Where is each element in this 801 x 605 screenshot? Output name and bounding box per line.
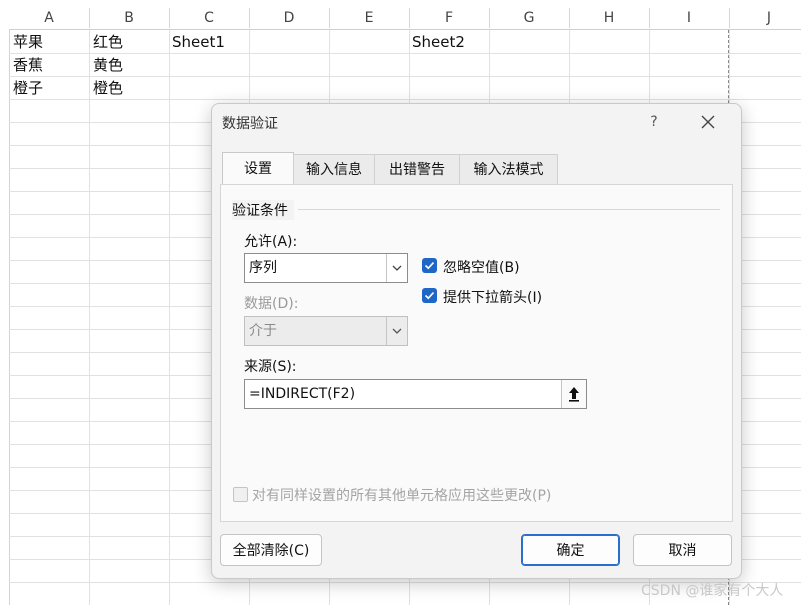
row-gridline bbox=[9, 99, 801, 100]
column-header-b[interactable]: B bbox=[89, 8, 169, 28]
column-header-divider bbox=[489, 8, 490, 28]
column-header-g[interactable]: G bbox=[489, 8, 569, 28]
column-header-divider bbox=[329, 8, 330, 28]
column-header-divider bbox=[649, 8, 650, 28]
checkmark-icon bbox=[424, 292, 435, 300]
allow-value: 序列 bbox=[249, 260, 277, 276]
cell-c1[interactable]: Sheet1 bbox=[172, 31, 225, 53]
validation-criteria-title: 验证条件 bbox=[232, 200, 294, 220]
column-header-f[interactable]: F bbox=[409, 8, 489, 28]
checkmark-icon bbox=[424, 262, 435, 270]
column-header-c[interactable]: C bbox=[169, 8, 249, 28]
ignore-blank-label[interactable]: 忽略空值(B) bbox=[443, 257, 520, 277]
column-header-a[interactable]: A bbox=[9, 8, 89, 28]
column-header-d[interactable]: D bbox=[249, 8, 329, 28]
column-header-divider bbox=[409, 8, 410, 28]
tab-error-alert[interactable]: 出错警告 bbox=[374, 154, 460, 185]
column-header-divider bbox=[729, 8, 730, 28]
collapse-dialog-button[interactable] bbox=[561, 380, 586, 408]
tab-settings[interactable]: 设置 bbox=[222, 152, 294, 185]
cell-b3[interactable]: 橙色 bbox=[93, 77, 123, 99]
column-header-divider bbox=[89, 8, 90, 28]
source-input[interactable]: =INDIRECT(F2) bbox=[244, 379, 587, 409]
column-header-divider bbox=[249, 8, 250, 28]
cancel-button[interactable]: 取消 bbox=[633, 534, 732, 566]
allow-select[interactable]: 序列 bbox=[244, 253, 408, 283]
row-header-strip bbox=[0, 30, 10, 605]
cell-a3[interactable]: 橙子 bbox=[13, 77, 43, 99]
ignore-blank-checkbox[interactable] bbox=[422, 258, 437, 273]
column-header-h[interactable]: H bbox=[569, 8, 649, 28]
data-label: 数据(D): bbox=[244, 296, 299, 312]
column-header-e[interactable]: E bbox=[329, 8, 409, 28]
cell-b1[interactable]: 红色 bbox=[93, 31, 123, 53]
cell-a2[interactable]: 香蕉 bbox=[13, 54, 43, 76]
source-value: =INDIRECT(F2) bbox=[249, 386, 356, 402]
close-icon bbox=[701, 115, 715, 129]
cell-a1[interactable]: 苹果 bbox=[13, 31, 43, 53]
cell-b2[interactable]: 黄色 bbox=[93, 54, 123, 76]
row-gridline bbox=[9, 76, 801, 77]
help-button[interactable]: ? bbox=[646, 112, 662, 132]
data-validation-dialog: 数据验证 ? 设置 输入信息 出错警告 输入法模式 验证条件 允许(A): 序列… bbox=[211, 103, 742, 579]
data-select: 介于 bbox=[244, 316, 408, 346]
clear-all-button[interactable]: 全部清除(C) bbox=[220, 534, 322, 566]
row-gridline bbox=[9, 53, 801, 54]
column-header-divider bbox=[569, 8, 570, 28]
in-cell-dropdown-label[interactable]: 提供下拉箭头(I) bbox=[443, 287, 542, 307]
column-header-j[interactable]: J bbox=[729, 8, 801, 28]
apply-to-all-label: 对有同样设置的所有其他单元格应用这些更改(P) bbox=[252, 488, 552, 504]
apply-to-all-checkbox bbox=[233, 487, 248, 502]
chevron-down-icon bbox=[386, 317, 407, 345]
source-label: 来源(S): bbox=[244, 359, 297, 375]
data-value: 介于 bbox=[249, 323, 277, 339]
cell-f1[interactable]: Sheet2 bbox=[412, 31, 465, 53]
group-divider bbox=[298, 209, 720, 210]
tab-ime-mode[interactable]: 输入法模式 bbox=[459, 154, 558, 185]
dialog-title: 数据验证 bbox=[222, 116, 278, 132]
header-bottom-border bbox=[9, 29, 801, 30]
chevron-down-icon bbox=[386, 254, 407, 282]
column-gridline bbox=[89, 30, 90, 605]
watermark: CSDN @谁家有个大人 bbox=[641, 583, 784, 599]
column-header-divider bbox=[169, 8, 170, 28]
tab-input-message[interactable]: 输入信息 bbox=[293, 154, 375, 185]
column-gridline bbox=[169, 30, 170, 605]
close-button[interactable] bbox=[696, 110, 720, 134]
in-cell-dropdown-checkbox[interactable] bbox=[422, 288, 437, 303]
upload-arrow-icon bbox=[569, 387, 579, 402]
allow-label: 允许(A): bbox=[244, 234, 298, 250]
ok-button[interactable]: 确定 bbox=[521, 534, 620, 566]
column-header-i[interactable]: I bbox=[649, 8, 729, 28]
